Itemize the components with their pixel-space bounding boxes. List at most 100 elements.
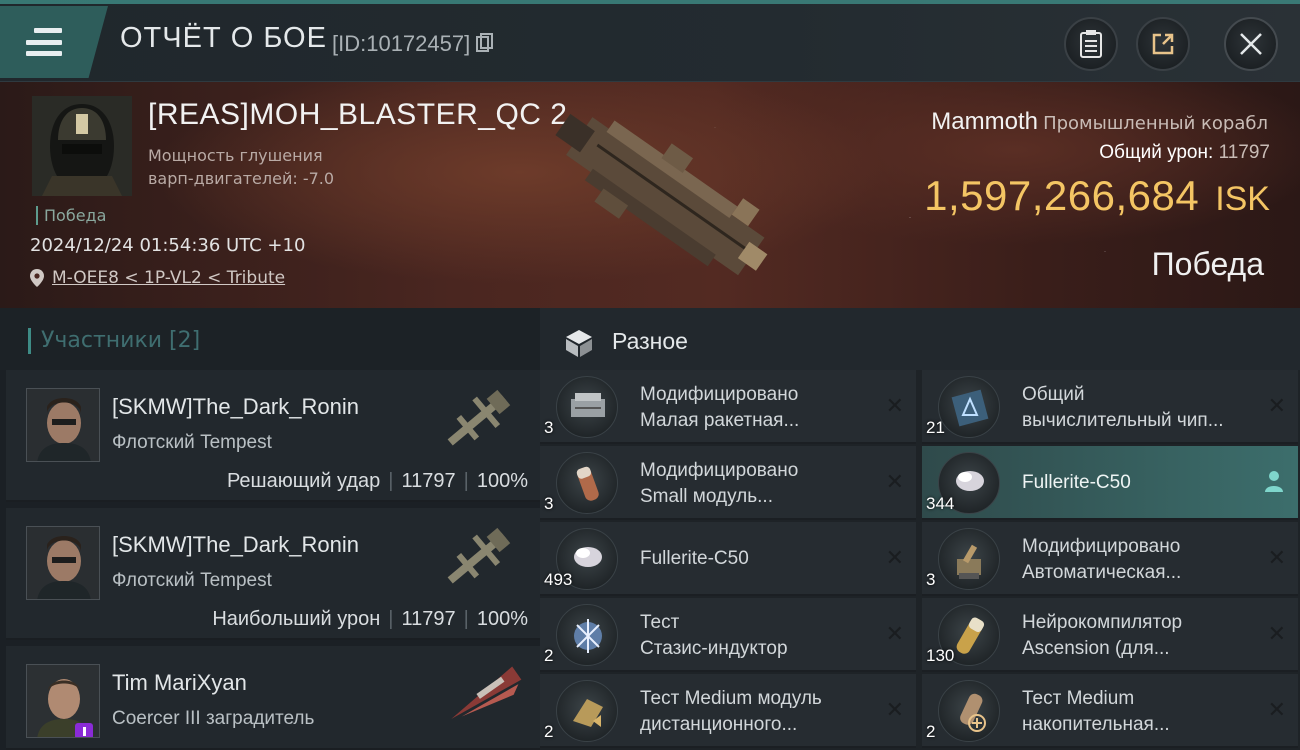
participant-role: Решающий удар: [226, 470, 381, 492]
loot-item[interactable]: 2 Тест Medium накопительная... ✕: [922, 674, 1298, 748]
participant-row[interactable]: [SKMW]The_Dark_Ronin Флотский Tempest Ре…: [6, 370, 540, 502]
loot-quantity: 344: [926, 494, 955, 513]
top-bar: ОТЧЁТ О БОЕ [ID:10172457]: [0, 0, 1300, 82]
loot-item[interactable]: 3 Модифицировано Автоматическая... ✕: [922, 522, 1298, 596]
participant-name[interactable]: [SKMW]The_Dark_Ronin: [112, 394, 359, 420]
report-id[interactable]: [ID:10172457]: [332, 31, 494, 57]
loot-name: Модифицировано Автоматическая...: [1022, 536, 1182, 583]
total-damage-value: 11797: [1218, 142, 1270, 163]
loot-item[interactable]: 344 Fullerite-C50: [922, 446, 1298, 520]
participant-damage: 11797: [401, 470, 456, 492]
participant-ship: Флотский Tempest: [112, 570, 272, 591]
victim-attribute: Мощность глушения варп-двигателей: -7.0: [148, 144, 408, 190]
battle-outcome: Победа: [1151, 246, 1264, 282]
close-button[interactable]: [1224, 17, 1278, 71]
stat-divider: |: [388, 470, 394, 492]
remote-module-icon: [556, 680, 618, 742]
participant-name[interactable]: [SKMW]The_Dark_Ronin: [112, 532, 359, 558]
loot-item[interactable]: 3 Модифицировано Small модуль... ✕: [540, 446, 916, 520]
dropped-x-icon: ✕: [1267, 394, 1286, 419]
close-icon: [1240, 33, 1262, 55]
stat-divider: |: [463, 470, 469, 492]
loot-name: Модифицировано Small модуль...: [640, 460, 799, 507]
dropped-x-icon: ✕: [1267, 698, 1286, 723]
victim-ship-type[interactable]: Mammoth Промышленный корабл: [931, 108, 1268, 136]
loot-quantity: 3: [544, 418, 554, 437]
participant-percent: 100%: [476, 608, 528, 630]
clipboard-icon: [1080, 30, 1102, 58]
misc-title: Разное: [612, 328, 688, 354]
misc-header: Разное: [540, 308, 1300, 370]
dropped-x-icon: ✕: [885, 622, 904, 647]
participant-stats: Решающий удар | 11797 | 100%: [227, 470, 528, 493]
loot-quantity: 2: [544, 646, 554, 665]
participant-avatar[interactable]: [26, 526, 100, 600]
loot-name: Тест Medium накопительная...: [1022, 688, 1170, 735]
participant-stats: Наибольший урон | 11797 | 100%: [212, 608, 528, 631]
loot-quantity: 2: [926, 722, 936, 741]
victim-avatar[interactable]: [32, 96, 132, 196]
isk-unit: ISK: [1215, 180, 1270, 218]
loot-item[interactable]: 2 Тест Стазис-индуктор ✕: [540, 598, 916, 672]
loot-quantity: 130: [926, 646, 955, 665]
loot-item[interactable]: 2 Тест Medium модуль дистанционного... ✕: [540, 674, 916, 748]
participant-damage: 11797: [401, 608, 456, 630]
participant-name[interactable]: Tim MariXyan: [112, 670, 247, 696]
loot-item[interactable]: 3 Модифицировано Малая ракетная... ✕: [540, 370, 916, 444]
participants-panel: Участники [2] [SKMW]The_Dark_Ronin Флотс…: [0, 308, 540, 750]
location-pin-icon: [30, 269, 44, 287]
share-button[interactable]: [1136, 17, 1190, 71]
total-damage-label: Общий урон:: [1099, 142, 1214, 163]
ship-name: Mammoth: [931, 108, 1038, 135]
dropped-x-icon: ✕: [1267, 546, 1286, 571]
stasis-icon: [556, 604, 618, 666]
copy-icon[interactable]: [476, 33, 494, 53]
participant-ship-image: [447, 389, 511, 446]
loot-name: Модифицировано Малая ракетная...: [640, 384, 800, 431]
dropped-x-icon: ✕: [885, 546, 904, 571]
loot-quantity: 3: [544, 494, 554, 513]
dropped-x-icon: ✕: [885, 698, 904, 723]
participant-row[interactable]: Tim MariXyan Coercer III заградитель: [6, 646, 540, 750]
total-damage: Общий урон: 11797: [1099, 142, 1270, 164]
victim-name[interactable]: [REAS]MOH_BLASTER_QC 2: [148, 98, 567, 132]
loot-item[interactable]: 130 Нейрокомпилятор Ascension (для... ✕: [922, 598, 1298, 672]
menu-button[interactable]: [0, 6, 108, 78]
victim-ship-image: [555, 113, 768, 276]
loot-name: Тест Medium модуль дистанционного...: [640, 688, 822, 735]
loot-name: Общий вычислительный чип...: [1022, 384, 1224, 431]
isk-value: 1,597,266,684 ISK: [924, 172, 1270, 220]
stat-divider: |: [388, 608, 394, 630]
participant-row[interactable]: [SKMW]The_Dark_Ronin Флотский Tempest На…: [6, 508, 540, 640]
loot-name: Fullerite-C50: [640, 548, 749, 569]
stat-divider: |: [463, 608, 469, 630]
share-icon: [1152, 33, 1174, 55]
loot-item[interactable]: 493 Fullerite-C50 ✕: [540, 522, 916, 596]
battle-location[interactable]: M-OEE8 < 1P-VL2 < Tribute: [30, 268, 285, 288]
chip-icon: [938, 376, 1000, 438]
loot-name: Fullerite-C50: [1022, 472, 1131, 493]
loot-quantity: 21: [926, 418, 945, 437]
participant-avatar[interactable]: [26, 388, 100, 462]
loot-name: Нейрокомпилятор Ascension (для...: [1022, 612, 1183, 659]
participant-ship: Флотский Tempest: [112, 432, 272, 453]
isk-amount: 1,597,266,684: [924, 172, 1200, 219]
participants-title: Участники [2]: [28, 328, 200, 354]
loot-quantity: 493: [544, 570, 573, 589]
victim-banner: [REAS]MOH_BLASTER_QC 2 Мощность глушения…: [0, 82, 1300, 308]
participant-ship-image: [451, 666, 522, 719]
dropped-x-icon: ✕: [1267, 622, 1286, 647]
location-link[interactable]: M-OEE8 < 1P-VL2 < Tribute: [52, 268, 285, 288]
clipboard-button[interactable]: [1064, 17, 1118, 71]
turret-icon: [938, 528, 1000, 590]
dropped-x-icon: ✕: [885, 470, 904, 495]
module-icon: [556, 452, 618, 514]
participant-avatar[interactable]: [26, 664, 100, 738]
report-id-text: [ID:10172457]: [332, 31, 471, 56]
loot-item[interactable]: 21 Общий вычислительный чип... ✕: [922, 370, 1298, 444]
dropped-x-icon: ✕: [885, 394, 904, 419]
participant-percent: 100%: [476, 470, 528, 492]
participant-role: Наибольший урон: [212, 608, 381, 630]
loot-quantity: 3: [926, 570, 936, 589]
launcher-icon: [556, 376, 618, 438]
